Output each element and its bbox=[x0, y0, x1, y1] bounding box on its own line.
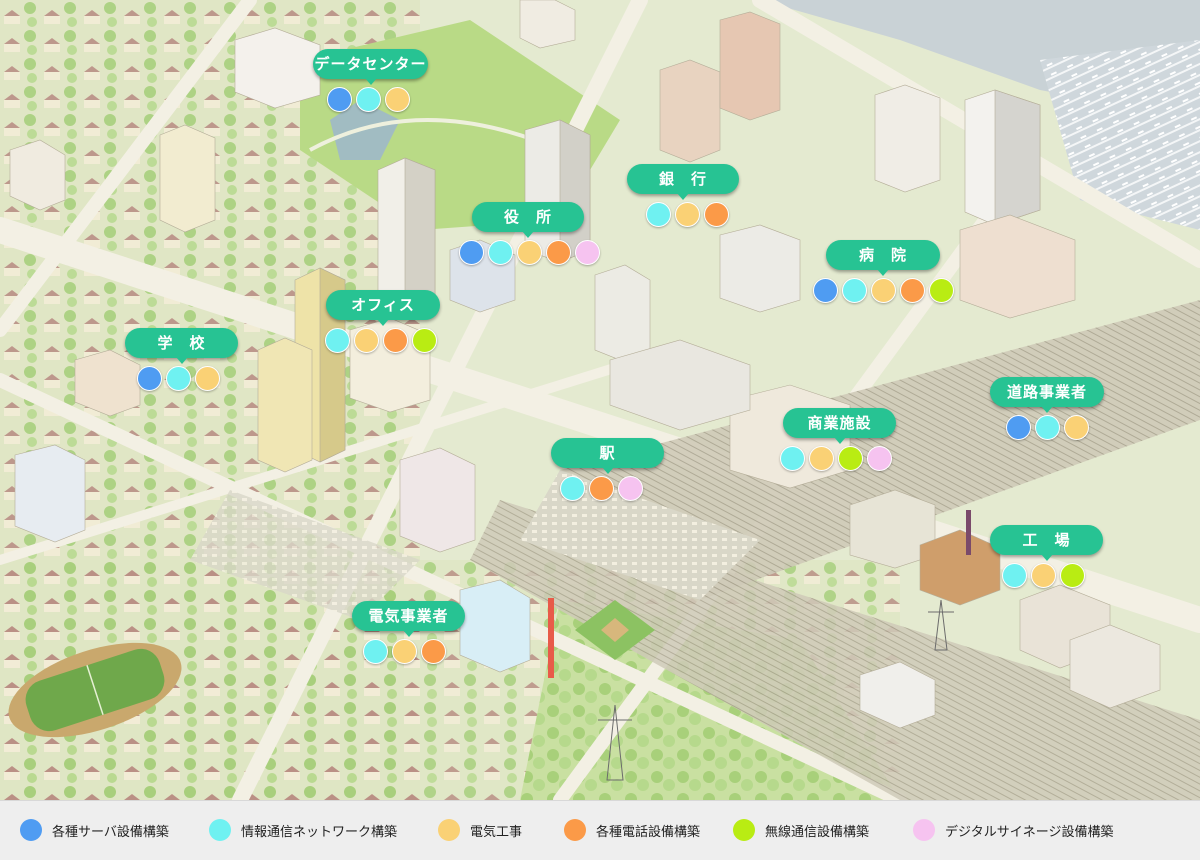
wireless-service-dot-icon bbox=[838, 446, 863, 471]
electric-service-dot-icon bbox=[871, 278, 896, 303]
network-service-dot-icon bbox=[646, 202, 671, 227]
electric-service-dot-icon bbox=[809, 446, 834, 471]
wireless-dot-icon bbox=[733, 819, 755, 841]
electric-service-dot-icon bbox=[517, 240, 542, 265]
service-dots-city-hall bbox=[459, 240, 600, 266]
legend-label: 各種電話設備構築 bbox=[596, 824, 701, 840]
wireless-service-dot-icon bbox=[929, 278, 954, 303]
legend-label: 無線通信設備構築 bbox=[765, 824, 870, 840]
service-dots-station bbox=[560, 476, 643, 502]
wireless-service-dot-icon bbox=[412, 328, 437, 353]
signage-service-dot-icon bbox=[867, 446, 892, 471]
phone-dot-icon bbox=[564, 819, 586, 841]
electric-service-dot-icon bbox=[354, 328, 379, 353]
network-dot-icon bbox=[209, 819, 231, 841]
phone-service-dot-icon bbox=[546, 240, 571, 265]
service-dots-road-operator bbox=[1006, 415, 1089, 441]
location-label-factory[interactable]: 工 場 bbox=[990, 525, 1103, 561]
service-legend: 各種サーバ設備構築 情報通信ネットワーク構築 電気工事 各種電話設備構築 無線通… bbox=[0, 800, 1200, 860]
service-dots-factory bbox=[1002, 563, 1085, 589]
server-service-dot-icon bbox=[813, 278, 838, 303]
legend-item-server: 各種サーバ設備構築 bbox=[20, 819, 169, 841]
location-label-station[interactable]: 駅 bbox=[551, 438, 664, 474]
legend-item-phone: 各種電話設備構築 bbox=[564, 819, 700, 841]
phone-service-dot-icon bbox=[421, 639, 446, 664]
server-service-dot-icon bbox=[1006, 415, 1031, 440]
legend-label: 各種サーバ設備構築 bbox=[52, 824, 169, 840]
phone-service-dot-icon bbox=[589, 476, 614, 501]
signage-dot-icon bbox=[913, 819, 935, 841]
signage-service-dot-icon bbox=[575, 240, 600, 265]
wireless-service-dot-icon bbox=[1060, 563, 1085, 588]
network-service-dot-icon bbox=[560, 476, 585, 501]
location-label-hospital[interactable]: 病 院 bbox=[826, 240, 940, 276]
legend-item-network: 情報通信ネットワーク構築 bbox=[209, 819, 397, 841]
service-dots-school bbox=[137, 366, 220, 392]
server-service-dot-icon bbox=[137, 366, 162, 391]
electric-service-dot-icon bbox=[392, 639, 417, 664]
network-service-dot-icon bbox=[1002, 563, 1027, 588]
legend-item-wireless: 無線通信設備構築 bbox=[733, 819, 869, 841]
location-label-city-hall[interactable]: 役 所 bbox=[472, 202, 584, 238]
service-dots-commercial-facility bbox=[780, 446, 892, 472]
service-dots-electric-utility bbox=[363, 639, 446, 665]
service-dots-hospital bbox=[813, 278, 954, 304]
location-label-road-operator[interactable]: 道路事業者 bbox=[990, 377, 1104, 413]
network-service-dot-icon bbox=[325, 328, 350, 353]
service-dots-office bbox=[325, 328, 437, 354]
network-service-dot-icon bbox=[363, 639, 388, 664]
electric-service-dot-icon bbox=[385, 87, 410, 112]
location-label-data-center[interactable]: データセンター bbox=[313, 49, 428, 85]
electric-dot-icon bbox=[438, 819, 460, 841]
electric-service-dot-icon bbox=[195, 366, 220, 391]
location-label-school[interactable]: 学 校 bbox=[125, 328, 238, 364]
network-service-dot-icon bbox=[1035, 415, 1060, 440]
electric-service-dot-icon bbox=[675, 202, 700, 227]
signage-service-dot-icon bbox=[618, 476, 643, 501]
location-label-electric-utility[interactable]: 電気事業者 bbox=[352, 601, 465, 637]
electric-service-dot-icon bbox=[1064, 415, 1089, 440]
network-service-dot-icon bbox=[166, 366, 191, 391]
server-service-dot-icon bbox=[459, 240, 484, 265]
legend-label: 電気工事 bbox=[470, 824, 523, 840]
phone-service-dot-icon bbox=[900, 278, 925, 303]
network-service-dot-icon bbox=[842, 278, 867, 303]
server-service-dot-icon bbox=[327, 87, 352, 112]
legend-item-signage: デジタルサイネージ設備構築 bbox=[913, 819, 1113, 841]
electric-service-dot-icon bbox=[1031, 563, 1056, 588]
server-dot-icon bbox=[20, 819, 42, 841]
network-service-dot-icon bbox=[780, 446, 805, 471]
phone-service-dot-icon bbox=[704, 202, 729, 227]
legend-item-electric: 電気工事 bbox=[438, 819, 522, 841]
network-service-dot-icon bbox=[488, 240, 513, 265]
service-dots-bank bbox=[646, 202, 729, 228]
legend-label: 情報通信ネットワーク構築 bbox=[241, 824, 398, 840]
service-dots-data-center bbox=[327, 87, 410, 113]
legend-label: デジタルサイネージ設備構築 bbox=[945, 824, 1114, 840]
phone-service-dot-icon bbox=[383, 328, 408, 353]
location-label-office[interactable]: オフィス bbox=[326, 290, 440, 326]
location-label-commercial-facility[interactable]: 商業施設 bbox=[783, 408, 896, 444]
network-service-dot-icon bbox=[356, 87, 381, 112]
location-label-bank[interactable]: 銀 行 bbox=[627, 164, 739, 200]
